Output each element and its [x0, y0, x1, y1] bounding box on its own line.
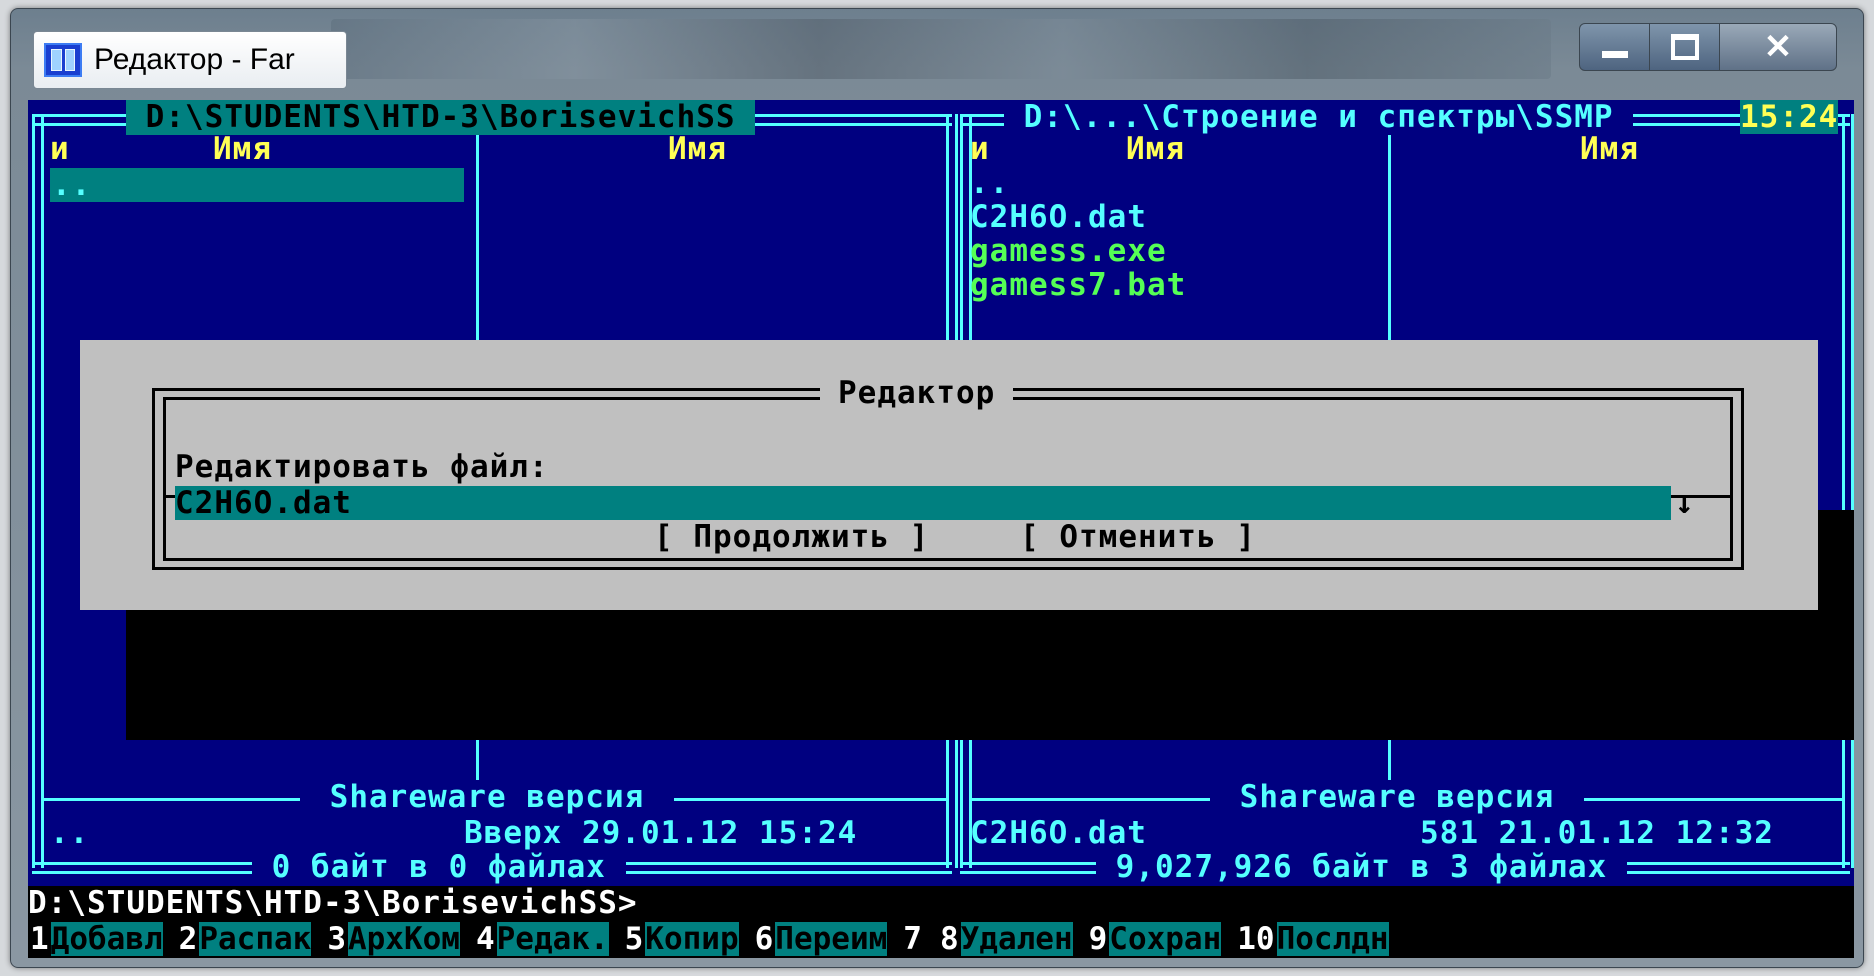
fkey-9[interactable]: 9 Сохран — [1087, 922, 1222, 956]
continue-button[interactable]: [ Продолжить ] — [654, 520, 929, 554]
maximize-icon — [1671, 34, 1699, 60]
right-status-info: 581 21.01.12 12:32 — [1420, 815, 1774, 851]
console-area: D:\STUDENTS\HTD-3\BorisevichSS и Имя Имя… — [28, 100, 1854, 958]
filename-input[interactable]: C2H6O.dat — [175, 486, 1671, 520]
right-status-name: C2H6O.dat — [970, 815, 1147, 851]
far-app-icon — [44, 43, 82, 77]
right-col-name-header-2: Имя — [1580, 131, 1639, 167]
clock: 15:24 — [1740, 100, 1839, 135]
window-title: Редактор - Far — [94, 43, 295, 76]
left-col-name-header-1: Имя — [213, 131, 272, 167]
left-col-n-header: и — [50, 131, 70, 167]
fkey-8[interactable]: 8 Удален — [938, 922, 1073, 956]
file-item: .. — [52, 167, 92, 203]
left-panel-summary: 0 байт в 0 файлах — [252, 849, 626, 885]
fkey-6[interactable]: 6 Переим — [753, 922, 888, 956]
fkey-10[interactable]: 10 Послдн — [1235, 922, 1389, 956]
fkey-4[interactable]: 4 Редак. — [474, 922, 609, 956]
filename-input-value: C2H6O.dat — [175, 485, 352, 521]
minimize-icon — [1602, 50, 1628, 58]
right-shareware-label: Shareware версия — [1210, 780, 1584, 814]
fkey-3[interactable]: 3 АрхКом — [325, 922, 460, 956]
history-dropdown-icon[interactable]: ↓ — [1675, 486, 1695, 520]
left-status-info: Вверх 29.01.12 15:24 — [464, 815, 858, 851]
close-button[interactable]: ✕ — [1719, 23, 1837, 71]
minimize-button[interactable] — [1579, 23, 1651, 71]
command-prompt: D:\STUDENTS\HTD-3\BorisevichSS> — [28, 885, 638, 921]
maximize-button[interactable] — [1649, 23, 1721, 71]
dialog-title: Редактор — [820, 376, 1014, 410]
edit-file-dialog: Редактор Редактировать файл: C2H6O.dat ↓… — [80, 340, 1818, 610]
file-item[interactable]: C2H6O.dat — [970, 200, 1147, 234]
left-panel-path[interactable]: D:\STUDENTS\HTD-3\BorisevichSS — [126, 100, 756, 135]
cancel-button[interactable]: [ Отменить ] — [1020, 520, 1256, 554]
file-item[interactable]: .. — [970, 166, 1009, 200]
function-key-bar: 1 Добавл 2 Распак 3 АрхКом 4 Редак. 5 Копир 6… — [28, 920, 1854, 958]
right-panel-path[interactable]: D:\...\Строение и спектры\SSMP — [1004, 100, 1634, 135]
fkey-7[interactable]: 7 — [901, 922, 924, 956]
fkey-2[interactable]: 2 Распак — [177, 922, 312, 956]
window-title-tab[interactable]: Редактор - Far — [33, 31, 347, 89]
dialog-prompt: Редактировать файл: — [175, 449, 549, 485]
close-icon: ✕ — [1763, 28, 1793, 66]
titlebar-background — [331, 19, 1551, 79]
left-panel-left-border — [32, 114, 44, 868]
file-item[interactable]: gamess.exe — [970, 234, 1167, 268]
right-panel-summary: 9,027,926 байт в 3 файлах — [1096, 849, 1627, 885]
left-panel-cursor[interactable]: .. — [50, 168, 464, 202]
fkey-5[interactable]: 5 Копир — [623, 922, 739, 956]
left-shareware-label: Shareware версия — [300, 780, 674, 814]
right-col-name-header-1: Имя — [1126, 131, 1185, 167]
left-status-name: .. — [50, 815, 90, 851]
file-item[interactable]: gamess7.bat — [970, 268, 1186, 302]
right-panel-right-border — [1842, 114, 1854, 868]
fkey-1[interactable]: 1 Добавл — [28, 922, 163, 956]
right-col-n-header: и — [970, 131, 990, 167]
command-line[interactable]: D:\STUDENTS\HTD-3\BorisevichSS> — [28, 886, 1854, 920]
left-col-name-header-2: Имя — [668, 131, 727, 167]
